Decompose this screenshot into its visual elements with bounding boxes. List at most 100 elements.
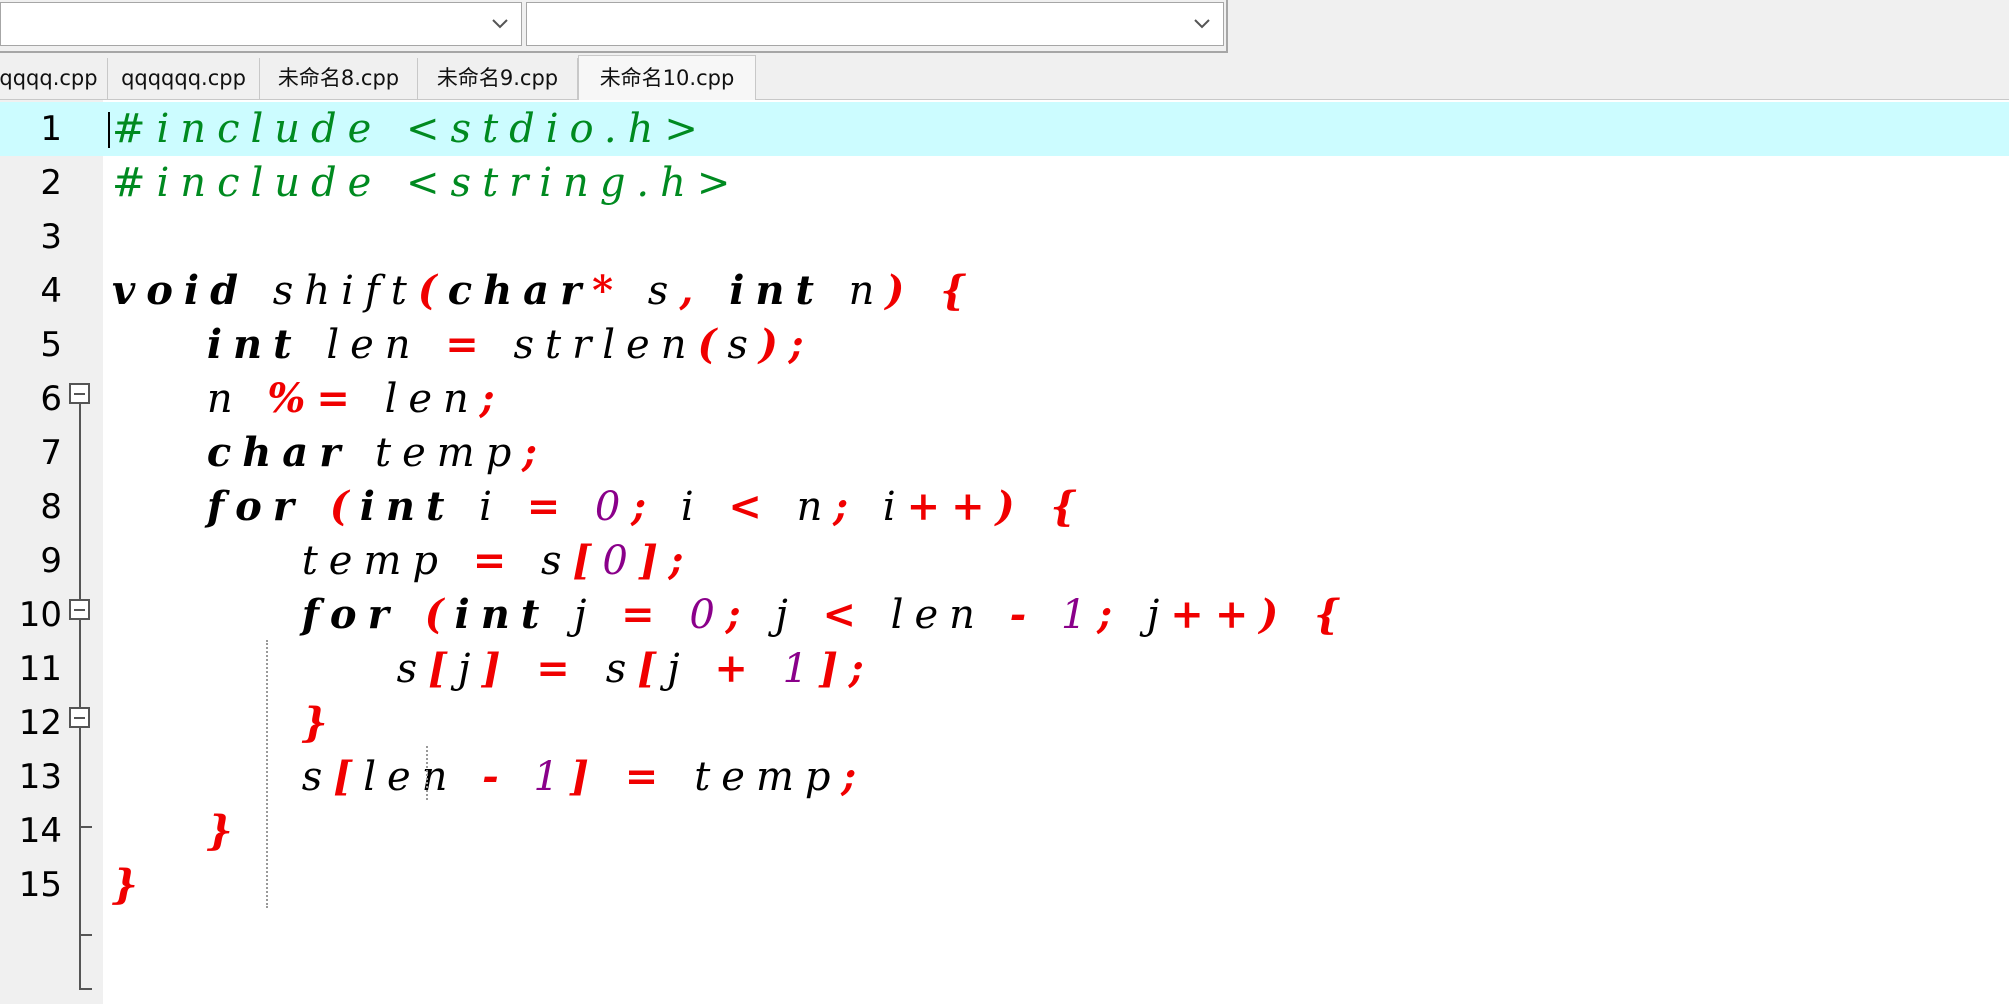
chevron-down-icon[interactable] bbox=[1193, 17, 1211, 31]
code-token: len bbox=[302, 322, 446, 368]
code-token: - bbox=[482, 753, 510, 800]
code-token: * bbox=[592, 267, 625, 314]
code-token: } bbox=[112, 861, 149, 908]
class-combo[interactable] bbox=[0, 2, 522, 46]
code-token: char bbox=[206, 429, 352, 476]
code-token: s bbox=[624, 268, 680, 314]
code-token: j bbox=[1123, 592, 1171, 638]
function-combo[interactable] bbox=[526, 2, 1224, 46]
code-token: ] = bbox=[569, 753, 695, 800]
code-line[interactable]: 1 #include <stdio.h> bbox=[0, 102, 2009, 156]
code-text: } bbox=[112, 858, 149, 912]
line-number: 8 bbox=[40, 487, 62, 527]
code-line[interactable]: 5 int len = strlen(s); bbox=[0, 318, 2009, 372]
indent-guide bbox=[426, 746, 428, 800]
code-editor[interactable]: 1 #include <stdio.h> 2 #include <string.h> 3… bbox=[0, 100, 2009, 1004]
code-token: temp bbox=[351, 430, 523, 476]
code-token: temp bbox=[694, 754, 842, 800]
code-line[interactable]: 7 char temp; bbox=[0, 426, 2009, 480]
code-token: ; bbox=[725, 591, 752, 638]
tab-file[interactable]: qqqqqq.cpp bbox=[108, 58, 260, 100]
code-token: s bbox=[112, 754, 334, 800]
tab-file-active[interactable]: 未命名10.cpp bbox=[578, 55, 756, 101]
line-number: 11 bbox=[18, 649, 62, 689]
code-token: s bbox=[517, 538, 573, 584]
code-token: = bbox=[621, 591, 666, 638]
code-token: ( bbox=[417, 267, 448, 314]
code-token: s bbox=[727, 322, 759, 368]
code-token: ; bbox=[833, 483, 860, 530]
toolbar-divider bbox=[0, 51, 1228, 53]
fold-collapse-icon[interactable] bbox=[69, 383, 90, 404]
code-token: for bbox=[301, 591, 400, 638]
code-line[interactable]: 4 void shift(char* s, int n) { bbox=[0, 264, 2009, 318]
code-token: %= bbox=[267, 375, 361, 422]
code-token: for bbox=[206, 483, 305, 530]
code-token: strlen bbox=[489, 322, 698, 368]
code-token: , bbox=[679, 267, 730, 314]
toolbar-divider bbox=[1226, 0, 1228, 53]
fold-collapse-icon[interactable] bbox=[69, 707, 90, 728]
fold-line bbox=[79, 404, 81, 599]
code-token: ]; bbox=[638, 537, 695, 584]
code-token: i bbox=[657, 484, 729, 530]
code-token: ++) { bbox=[1170, 591, 1351, 638]
code-token: ]; bbox=[819, 645, 875, 692]
code-token: [ bbox=[572, 537, 603, 584]
chevron-down-icon[interactable] bbox=[491, 17, 509, 31]
code-token: - bbox=[1009, 591, 1038, 638]
code-token: = bbox=[445, 321, 490, 368]
code-line[interactable]: 9 temp = s[0]; bbox=[0, 534, 2009, 588]
code-text: void shift(char* s, int n) { bbox=[112, 264, 977, 318]
code-token: ; bbox=[522, 429, 549, 476]
line-number: 12 bbox=[18, 703, 62, 743]
code-line[interactable]: 11 s[j] = s[j + 1]; bbox=[0, 642, 2009, 696]
code-token: < bbox=[728, 483, 773, 530]
code-token: ( bbox=[304, 483, 360, 530]
code-token: ; bbox=[1097, 591, 1124, 638]
line-number: 2 bbox=[40, 163, 62, 203]
tab-file[interactable]: 未命名9.cpp bbox=[418, 58, 578, 100]
code-text: int len = strlen(s); bbox=[112, 318, 815, 372]
line-number: 9 bbox=[40, 541, 62, 581]
line-number: 10 bbox=[18, 595, 62, 635]
code-line[interactable]: 10 for (int j = 0; j < len - 1; j++) { bbox=[0, 588, 2009, 642]
code-token: } bbox=[206, 807, 244, 854]
fold-end-tick bbox=[79, 988, 92, 990]
code-line[interactable]: 14 } bbox=[0, 804, 2009, 858]
code-token: 0 bbox=[571, 484, 632, 530]
code-token: #include <string.h> bbox=[112, 160, 742, 206]
code-line[interactable]: 12 } bbox=[0, 696, 2009, 750]
code-token: } bbox=[301, 699, 339, 746]
code-line[interactable]: 8 for (int i = 0; i < n; i++) { bbox=[0, 480, 2009, 534]
code-token: [ bbox=[333, 753, 364, 800]
code-token: ); bbox=[758, 321, 815, 368]
code-token: n bbox=[824, 268, 886, 314]
code-line[interactable]: 2 #include <string.h> bbox=[0, 156, 2009, 210]
code-token: 1 bbox=[1037, 592, 1098, 638]
fold-collapse-icon[interactable] bbox=[69, 599, 90, 620]
code-line[interactable]: 3 bbox=[0, 210, 2009, 264]
code-line[interactable]: 6 n %= len; bbox=[0, 372, 2009, 426]
code-line[interactable]: 13 s[len - 1] = temp; bbox=[0, 750, 2009, 804]
tab-file[interactable]: qqqq.cpp bbox=[0, 58, 108, 100]
code-token: temp bbox=[112, 538, 473, 584]
code-token: j bbox=[667, 646, 715, 692]
code-line[interactable]: 15} bbox=[0, 858, 2009, 912]
code-token: j bbox=[458, 646, 482, 692]
code-text: temp = s[0]; bbox=[112, 534, 695, 588]
tab-file[interactable]: 未命名8.cpp bbox=[260, 58, 418, 100]
code-token: char bbox=[447, 267, 593, 314]
code-token: < bbox=[822, 591, 867, 638]
text-caret bbox=[108, 112, 110, 148]
code-token: len bbox=[866, 592, 1010, 638]
code-token: len bbox=[360, 376, 480, 422]
code-text: #include <stdio.h> bbox=[112, 102, 709, 156]
code-token: n bbox=[772, 484, 834, 530]
indent-guide bbox=[266, 640, 268, 908]
code-text: for (int j = 0; j < len - 1; j++) { bbox=[112, 588, 1351, 642]
